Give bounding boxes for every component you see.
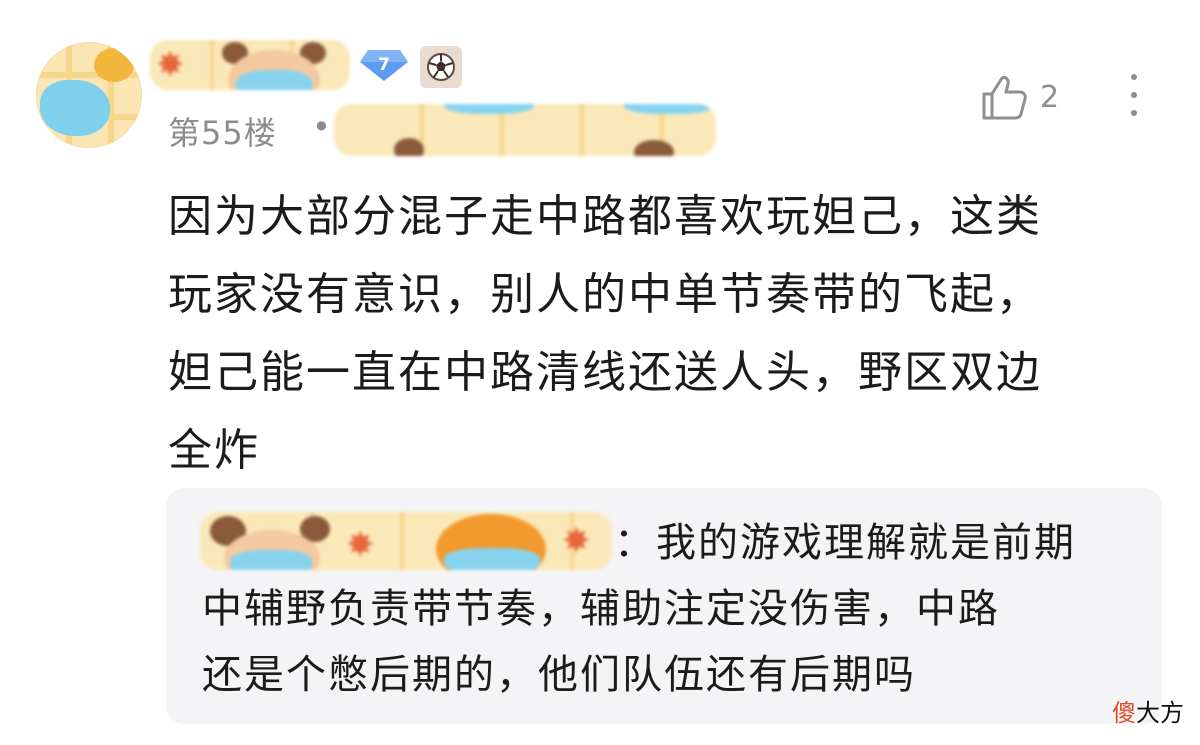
reply-first-line: ：我的游戏理解就是前期 — [202, 510, 1142, 576]
level-badge: 7 — [358, 48, 410, 82]
watermark: 傻大方 — [1112, 693, 1184, 728]
reply-line: 我的游戏理解就是前期 — [656, 520, 1076, 566]
soccer-ball-icon — [427, 53, 455, 81]
user-avatar[interactable] — [36, 42, 142, 148]
comment-line: 全炸 — [168, 425, 260, 476]
more-vertical-icon[interactable] — [1122, 70, 1146, 120]
watermark-accent: 傻 — [1112, 699, 1136, 727]
reply-colon: ： — [614, 520, 656, 566]
meta-separator: • — [312, 108, 331, 146]
reply-line: 中辅野负责带节奏，辅助注定没伤害，中路 — [202, 586, 1000, 632]
reply-body: ：我的游戏理解就是前期 中辅野负责带节奏，辅助注定没伤害，中路 还是个憋后期的，… — [202, 510, 1142, 708]
floor-number: 第55楼 — [168, 114, 277, 152]
meta-info-obscured — [334, 104, 716, 156]
username-obscured[interactable]: ✸ — [150, 40, 350, 90]
comment-line: 因为大部分混子走中路都喜欢玩妲己，这类 — [168, 191, 1042, 242]
level-number: 7 — [378, 55, 390, 75]
comment-line: 妲己能一直在中路清线还送人头，野区双边 — [168, 347, 1042, 398]
watermark-rest: 大方 — [1136, 699, 1184, 727]
like-count: 2 — [1040, 80, 1060, 115]
comment-line: 玩家没有意识，别人的中单节奏带的飞起， — [168, 269, 1042, 320]
reply-line: 还是个憋后期的，他们队伍还有后期吗 — [202, 652, 916, 698]
comment-body: 因为大部分混子走中路都喜欢玩妲己，这类 玩家没有意识，别人的中单节奏带的飞起， … — [168, 178, 1133, 490]
soccer-ball-badge[interactable] — [420, 46, 462, 88]
thumbs-up-icon — [982, 76, 1027, 120]
